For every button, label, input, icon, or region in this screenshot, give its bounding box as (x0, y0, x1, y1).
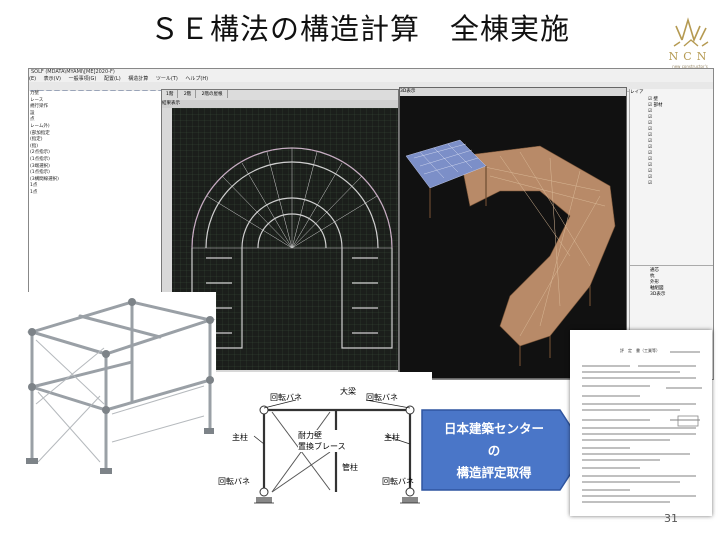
tree-item[interactable]: 力壁 (29, 91, 161, 98)
panel-title: レイア (630, 90, 644, 95)
evaluation-certificate-document: 評 定 書（工業等） (570, 330, 712, 516)
label-hinge-bottom-left: 回転バネ (218, 477, 250, 486)
tree-item[interactable]: (1点指示) (29, 157, 161, 164)
page-number: 31 (664, 512, 678, 525)
tree-item[interactable]: (3構間線選択) (29, 177, 161, 184)
tree-item[interactable]: (1点指示) (29, 170, 161, 177)
slide-title: ＳＥ構法の構造計算 全棟実施 (149, 12, 570, 46)
menu-bar: (E) 表示(V) 一般事項(G) 配置(L) 構造計算 ツール(T) ヘルプ(… (29, 75, 713, 82)
plan-tabs: 1階 2階 2階の屋根 (162, 90, 398, 100)
tree-item[interactable]: レース (29, 98, 161, 105)
label-tube-column: 管柱 (342, 463, 358, 472)
label-hinge-top-right: 回転バネ (366, 393, 398, 402)
result-display-tab[interactable]: 結果表示 (162, 100, 398, 108)
tab-floor-1[interactable]: 1階 (162, 90, 179, 98)
label-hinge-bottom-right: 回転バネ (382, 477, 414, 486)
structural-model-diagram: 大梁 回転バネ 回転バネ 主柱 主柱 耐力壁 置換ブレース 管柱 回転バネ 回転… (214, 372, 432, 520)
tree-item[interactable]: 1点 (29, 190, 161, 197)
label-top-beam: 大梁 (340, 387, 356, 396)
callout-line: 構造評定取得 (456, 465, 532, 480)
tree-item[interactable]: 規行梁作 (29, 104, 161, 111)
layer-label: 部材 (653, 103, 663, 108)
label-brace: 耐力壁 置換ブレース (298, 430, 346, 452)
tab-roof[interactable]: 2階の屋根 (198, 90, 228, 98)
3d-tab[interactable]: 3D表示 (400, 88, 626, 96)
label-main-column-right: 主柱 (384, 433, 400, 442)
layer-item[interactable]: ☑ (648, 181, 662, 187)
view-item[interactable]: 3D表示 (630, 292, 713, 298)
tree-item[interactable]: 設 (29, 111, 161, 118)
layer-label: 壁 (653, 97, 658, 102)
document-text-lines (582, 351, 702, 503)
label-hinge-top-left: 回転バネ (270, 393, 302, 402)
tree-item[interactable]: (2点指示) (29, 150, 161, 157)
tree-item[interactable]: レーム外) (29, 124, 161, 131)
tree-item[interactable]: (指定) (29, 137, 161, 144)
callout-line: 日本建築センター (443, 421, 544, 436)
tree-item[interactable]: 1点 (29, 183, 161, 190)
3d-tab-label: 3D表示 (400, 89, 416, 94)
tab-floor-2[interactable]: 2階 (180, 90, 197, 98)
logo-text: NCN (668, 50, 712, 63)
callout-line: の (487, 443, 501, 458)
panel-layer-list: ☑ 壁 ☑ 部材 ☑ ☑ ☑ ☑ ☑ ☑ ☑ ☑ ☑ ☑ ☑ ☑ ☑ (648, 97, 662, 187)
callout-text: 日本建築センター の 構造評定取得 (430, 418, 558, 484)
result-display-label: 結果表示 (162, 101, 180, 106)
tree-item[interactable]: (部加指定 (29, 131, 161, 138)
steel-frame-image (20, 292, 216, 482)
tree-item[interactable]: 点 (29, 117, 161, 124)
panel-view-list: 通芯 杭 外形 軸組図 3D表示 (630, 265, 713, 298)
label-main-column-left: 主柱 (232, 433, 248, 442)
